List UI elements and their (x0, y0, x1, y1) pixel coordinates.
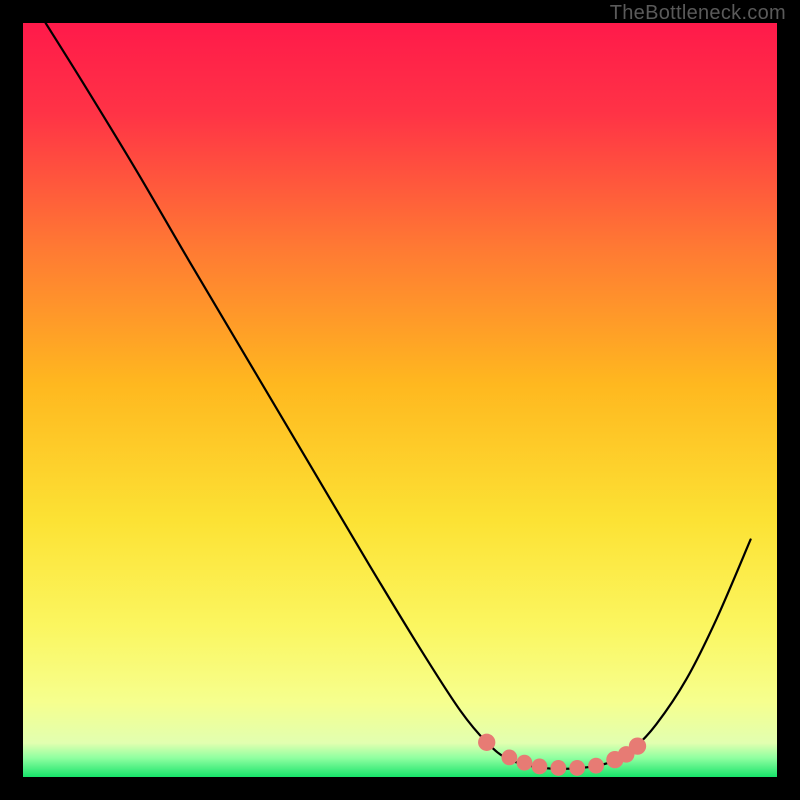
marker-dot (629, 737, 646, 754)
chart-plot (23, 23, 777, 777)
marker-dot (517, 755, 533, 771)
marker-dot (478, 734, 495, 751)
marker-dot (550, 760, 566, 776)
chart-frame (23, 23, 777, 777)
marker-dot (532, 759, 548, 775)
marker-dot (501, 750, 517, 766)
marker-dot (569, 760, 585, 776)
heat-background (23, 23, 777, 777)
watermark-text: TheBottleneck.com (610, 2, 786, 25)
marker-dot (588, 758, 604, 774)
